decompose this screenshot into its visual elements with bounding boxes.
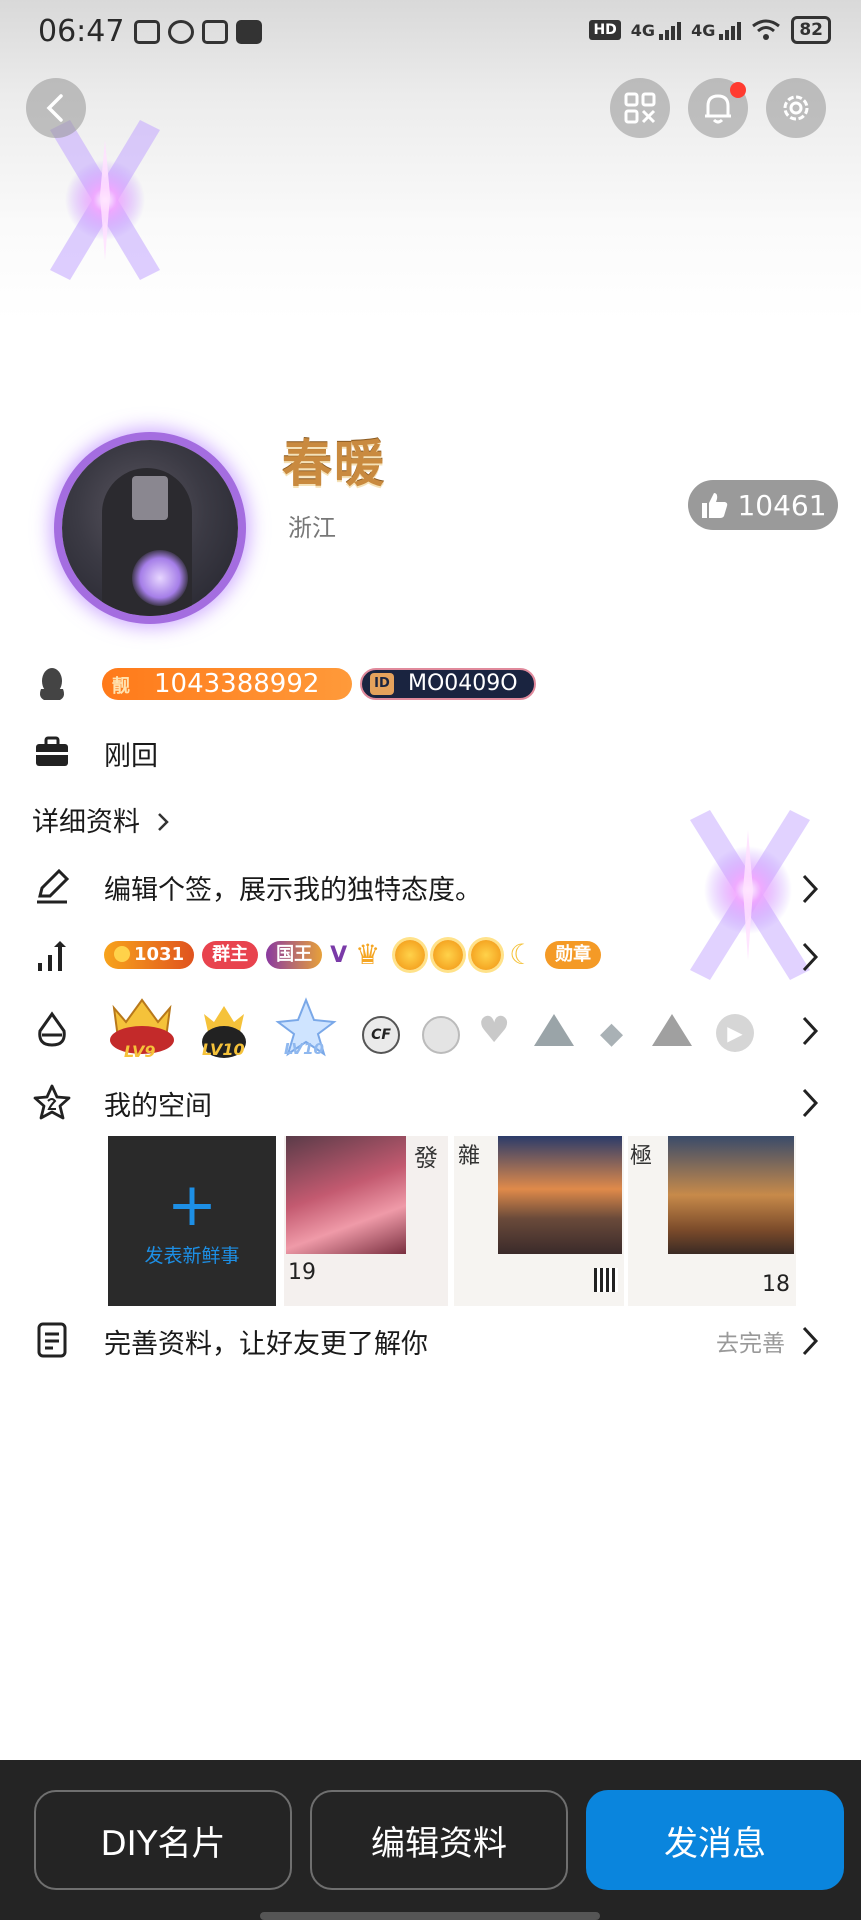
publish-label: 发表新鲜事 [144,1244,240,1267]
status-bar: 06:47 HD 4G 4G 82 [0,0,861,66]
lv10-label: LV10 [202,1040,245,1059]
signature-prompt[interactable]: 编辑个签，展示我的独特态度。 [104,868,482,907]
space-photo[interactable]: 雜 [454,1136,624,1306]
level-badges[interactable]: 1031 群主 国王 V ♛ ☾ 勋章 [104,938,602,972]
penguin-icon [32,664,72,704]
space-photo-day: 19 [288,1260,316,1285]
moon-icon: ☾ [509,938,535,971]
app-notification-icon [134,20,160,44]
avatar [62,440,238,616]
sun-icon [471,940,502,970]
gear-icon [783,95,809,121]
thumbs-up-icon [702,493,728,518]
space-photo-char: 雜 [458,1144,481,1169]
crown-icon: ♛ [355,938,381,971]
username: 春暖 [282,434,386,493]
qq-tag: 靓 [112,676,130,697]
qr-code-icon [624,92,656,124]
space-photo[interactable]: 極 18 [628,1136,796,1306]
play-icon: ▶ [716,1014,754,1052]
game-badges[interactable]: LV9 LV10 LV10 CF ♥ ◆ ▶ [104,996,764,1066]
qq-number: 1043388992 [154,669,320,699]
space-photo-day: 18 [762,1272,790,1297]
bell-icon [705,94,731,124]
detail-info-link[interactable]: 详细资料 [32,800,171,839]
app-notification-icon [236,20,262,44]
status-indicators: HD 4G 4G 82 [589,16,831,44]
chevron-right-icon[interactable] [800,1086,820,1120]
level-chart-icon [32,936,72,976]
id-badge[interactable]: ID MO0409O [360,668,536,700]
qq-number-badge[interactable]: 靓 1043388992 [102,668,352,700]
group-owner-badge: 群主 [202,941,259,969]
home-indicator[interactable] [260,1912,600,1920]
lv9-label: LV9 [124,1042,156,1061]
detail-info-label: 详细资料 [32,807,140,838]
cf-icon: CF [362,1016,400,1054]
hat-icon [652,1014,692,1046]
battery-icon: 82 [791,16,831,44]
document-icon [32,1320,72,1360]
diy-card-button[interactable]: DIY名片 [34,1790,292,1890]
id-code: MO0409O [408,671,518,696]
v-icon: V [330,942,348,968]
signal-icon: 4G [691,21,742,40]
app-notification-icon [202,20,228,44]
chevron-left-icon [46,94,63,122]
app-notification-icon [168,20,194,44]
plus-icon: + [166,1169,218,1240]
game-badge-icon [32,1010,72,1050]
notification-dot [730,82,746,98]
online-status: 刚回 [104,741,158,772]
complete-profile-prompt[interactable]: 完善资料，让好友更了解你 [104,1322,428,1361]
complete-profile-action[interactable]: 去完善 [716,1324,785,1358]
diamond-icon: ◆ [600,1016,624,1051]
profile-page: 06:47 HD 4G 4G 82 春暖 浙江 10461 靓 10433889… [0,0,861,1920]
pencil-icon [32,866,72,906]
star-icon [32,1082,72,1122]
signal-icon: 4G [631,21,682,40]
king-badge: 国王 [266,941,323,969]
like-button[interactable]: 10461 [688,480,838,530]
chevron-right-icon[interactable] [800,940,820,974]
briefcase-icon [32,732,72,772]
sun-icon [433,940,464,970]
id-tag: ID [370,673,394,695]
chevron-right-icon[interactable] [800,1014,820,1048]
space-photo-char: 極 [630,1144,653,1169]
chevron-right-icon[interactable] [800,1324,820,1358]
publish-post-tile[interactable]: + 发表新鲜事 [108,1136,276,1306]
coin-count: 1031 [134,944,185,965]
coin-badge: 1031 [104,941,195,969]
notification-button[interactable] [688,78,748,138]
back-button[interactable] [26,78,86,138]
location: 浙江 [288,514,336,542]
mountain-icon [534,1014,574,1046]
bomb-icon [422,1016,460,1054]
sun-icon [395,940,426,970]
like-count: 10461 [737,488,827,522]
my-space-title[interactable]: 我的空间 [104,1084,212,1123]
space-photo[interactable]: 發 19 [284,1136,448,1306]
coin-icon [114,946,130,962]
wifi-icon [752,19,781,40]
chevron-right-icon [157,813,169,831]
status-time: 06:47 [38,14,125,49]
medal-badge: 勋章 [545,941,602,969]
heart-icon: ♥ [478,1010,511,1051]
send-message-button[interactable]: 发消息 [586,1790,844,1890]
space-photo-char: 發 [414,1144,438,1172]
lv10-star-label: LV10 [284,1040,324,1058]
chevron-right-icon[interactable] [800,872,820,906]
hd-icon: HD [589,20,621,40]
qr-code-button[interactable] [610,78,670,138]
edit-profile-button[interactable]: 编辑资料 [310,1790,568,1890]
avatar-frame[interactable] [40,418,260,638]
settings-button[interactable] [766,78,826,138]
